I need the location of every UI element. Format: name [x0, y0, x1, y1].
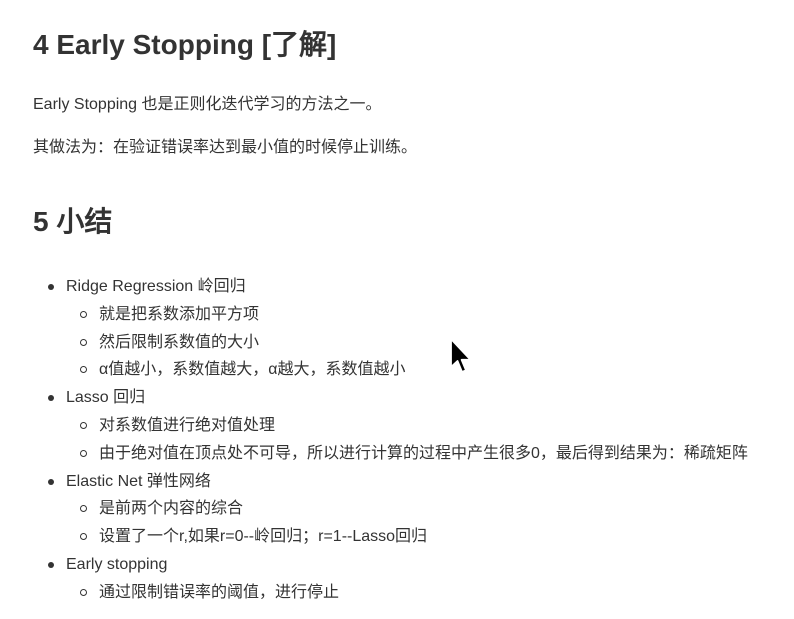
sublist-item-text: 由于绝对值在顶点处不可导，所以进行计算的过程中产生很多0，最后得到结果为：稀疏矩… [99, 444, 748, 462]
sublist-item: 是前两个内容的综合 [66, 495, 788, 523]
circle-bullet-icon [80, 505, 87, 513]
circle-bullet-icon [80, 338, 87, 346]
sublist-item-text: 是前两个内容的综合 [99, 500, 244, 518]
sublist-item-text: 通过限制错误率的阈值，进行停止 [99, 583, 340, 601]
sublist: 是前两个内容的综合 设置了一个r,如果r=0--岭回归；r=1--Lasso回归 [66, 495, 788, 551]
sublist-item: 然后限制系数值的大小 [66, 329, 788, 357]
sublist-item: 由于绝对值在顶点处不可导，所以进行计算的过程中产生很多0，最后得到结果为：稀疏矩… [66, 440, 788, 468]
sublist-item-text: 对系数值进行绝对值处理 [99, 416, 276, 434]
section-heading-summary: 5 小结 [33, 206, 113, 237]
list-item-ridge: Ridge Regression 岭回归 就是把系数添加平方项 然后限制系数值的… [33, 273, 788, 384]
list-item-lasso: Lasso 回归 对系数值进行绝对值处理 由于绝对值在顶点处不可导，所以进行计算… [33, 384, 788, 467]
sublist-item: 对系数值进行绝对值处理 [66, 412, 788, 440]
list-item-early-stopping: Early stopping 通过限制错误率的阈值，进行停止 [33, 551, 788, 607]
list-item-label: Ridge Regression 岭回归 [66, 278, 246, 295]
sublist-item-text: α值越小，系数值越大，α越大，系数值越小 [99, 361, 406, 379]
circle-bullet-icon [80, 449, 87, 457]
circle-bullet-icon [80, 310, 87, 318]
list-item-label: Lasso 回归 [66, 389, 146, 407]
paragraph-early-stopping-intro: Early Stopping 也是正则化迭代学习的方法之一。 [33, 96, 382, 113]
circle-bullet-icon [80, 421, 87, 429]
sublist-item: 通过限制错误率的阈值，进行停止 [66, 579, 788, 607]
bullet-icon [48, 561, 54, 568]
circle-bullet-icon [80, 533, 87, 541]
list-item-elastic-net: Elastic Net 弹性网络 是前两个内容的综合 设置了一个r,如果r=0-… [33, 468, 788, 551]
bullet-icon [48, 395, 54, 402]
paragraph-early-stopping-method: 其做法为：在验证错误率达到最小值的时候停止训练。 [33, 139, 418, 156]
list-item-label: Early stopping [66, 555, 168, 573]
sublist-item-text: 然后限制系数值的大小 [99, 333, 260, 351]
sublist: 就是把系数添加平方项 然后限制系数值的大小 α值越小，系数值越大，α越大，系数值… [66, 301, 788, 384]
sublist: 通过限制错误率的阈值，进行停止 [66, 579, 788, 607]
sublist: 对系数值进行绝对值处理 由于绝对值在顶点处不可导，所以进行计算的过程中产生很多0… [66, 412, 788, 468]
circle-bullet-icon [80, 588, 87, 596]
bullet-icon [48, 284, 54, 290]
sublist-item-text: 设置了一个r,如果r=0--岭回归；r=1--Lasso回归 [99, 528, 428, 546]
section-heading-early-stopping: 4 Early Stopping [了解] [33, 29, 337, 60]
summary-list: Ridge Regression 岭回归 就是把系数添加平方项 然后限制系数值的… [33, 273, 788, 607]
sublist-item: α值越小，系数值越大，α越大，系数值越小 [66, 356, 788, 384]
bullet-icon [48, 478, 54, 485]
list-item-label: Elastic Net 弹性网络 [66, 472, 211, 490]
sublist-item: 就是把系数添加平方项 [66, 301, 788, 329]
circle-bullet-icon [80, 366, 87, 374]
mouse-pointer-icon [450, 338, 472, 373]
sublist-item: 设置了一个r,如果r=0--岭回归；r=1--Lasso回归 [66, 523, 788, 551]
sublist-item-text: 就是把系数添加平方项 [99, 305, 260, 323]
